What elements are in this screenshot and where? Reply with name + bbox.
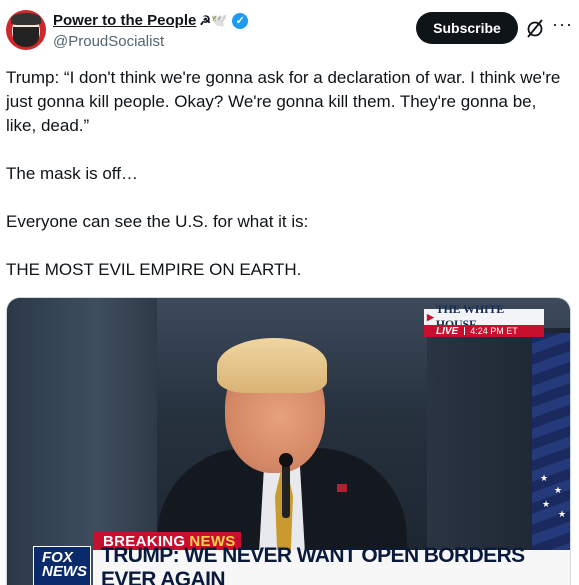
fox-logo-line2: NEWS bbox=[42, 563, 87, 580]
flag-image: ★ ★ ★ ★ bbox=[532, 333, 570, 553]
flag-pin bbox=[337, 484, 347, 492]
account-handle[interactable]: @ProudSocialist bbox=[53, 33, 164, 50]
tweet-paragraph: Trump: “I don't think we're gonna ask fo… bbox=[6, 68, 561, 135]
live-label: LIVE bbox=[436, 325, 459, 337]
grok-slash-icon[interactable] bbox=[526, 18, 544, 38]
live-badge-title-row: ▶ THE WHITE HOUSE bbox=[424, 302, 544, 331]
tweet-body: Trump: “I don't think we're gonna ask fo… bbox=[6, 66, 571, 306]
subscribe-button[interactable]: Subscribe bbox=[416, 12, 518, 44]
tweet-media-video[interactable]: ★ ★ ★ ★ ▶ THE WHITE HOUSE LIVE 4:24 PM E… bbox=[6, 297, 571, 585]
news-chyron: TRUMP: WE NEVER WANT OPEN BORDERS EVER A… bbox=[93, 544, 570, 585]
more-horizontal-icon[interactable]: ··· bbox=[552, 14, 573, 35]
tweet-paragraph: Everyone can see the U.S. for what it is… bbox=[6, 212, 309, 231]
live-time: 4:24 PM ET bbox=[470, 326, 518, 336]
avatar[interactable] bbox=[6, 10, 46, 50]
tweet-paragraph: THE MOST EVIL EMPIRE ON EARTH. bbox=[6, 260, 302, 279]
live-badge: ▶ THE WHITE HOUSE LIVE 4:24 PM ET bbox=[424, 302, 544, 339]
name-emoji: ☭🕊️ bbox=[199, 12, 228, 28]
avatar-beard bbox=[13, 27, 39, 47]
play-triangle-icon: ▶ bbox=[427, 311, 434, 322]
fox-news-logo: FOX NEWS bbox=[33, 546, 91, 585]
avatar-hair bbox=[11, 13, 41, 25]
speaker-hair bbox=[217, 338, 327, 393]
microphone bbox=[282, 458, 290, 518]
live-separator bbox=[464, 327, 466, 335]
live-badge-status-row: LIVE 4:24 PM ET bbox=[424, 325, 544, 337]
tweet-header: Power to the People ☭🕊️ ✓ @ProudSocialis… bbox=[0, 0, 579, 62]
tweet-paragraph: The mask is off… bbox=[6, 164, 138, 183]
display-name-row[interactable]: Power to the People ☭🕊️ ✓ bbox=[53, 12, 249, 29]
microphone-head bbox=[279, 453, 293, 467]
verified-badge-icon: ✓ bbox=[232, 12, 249, 29]
display-name[interactable]: Power to the People bbox=[53, 12, 196, 29]
